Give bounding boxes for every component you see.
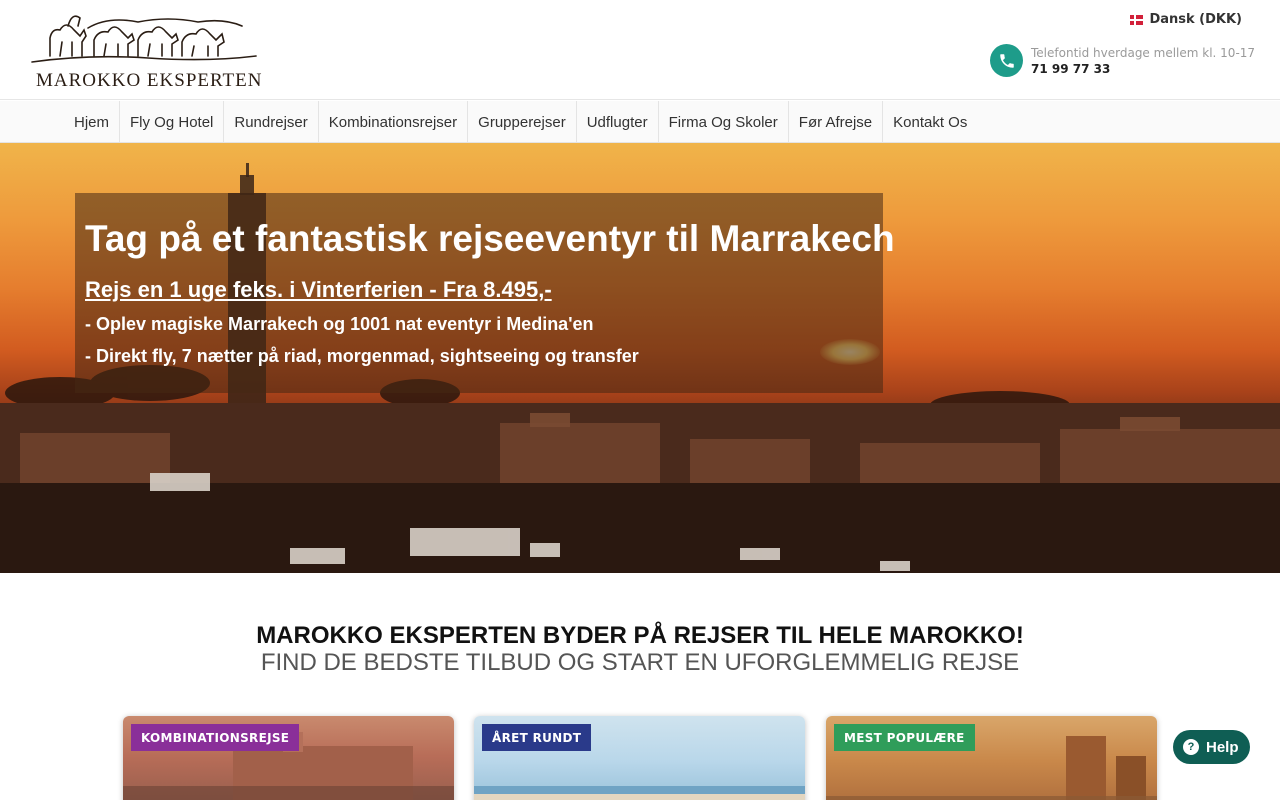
tour-card-mest-populaere[interactable]: MEST POPULÆRE: [826, 716, 1157, 800]
hero-title: Tag på et fantastisk rejseeventyr til Ma…: [85, 218, 895, 259]
section-title: MAROKKO EKSPERTEN BYDER PÅ REJSER TIL HE…: [256, 622, 1024, 649]
hero-text-box: Tag på et fantastisk rejseeventyr til Ma…: [75, 193, 895, 393]
phone-glyph: [999, 53, 1014, 68]
question-circle-icon: ?: [1183, 739, 1199, 755]
card-badge: KOMBINATIONSREJSE: [131, 724, 300, 751]
nav-item-firma-og-skoler[interactable]: Firma Og Skoler: [659, 101, 789, 143]
phone-hours: Telefontid hverdage mellem kl. 10-17: [1031, 45, 1256, 60]
logo-text: MAROKKO EKSPERTEN: [36, 70, 263, 91]
section-subtitle: FIND DE BEDSTE TILBUD OG START EN UFORGL…: [260, 649, 1020, 676]
language-label: Dansk (DKK): [1149, 12, 1242, 27]
hero-bullet-2: - Direkt fly, 7 nætter på riad, morgenma…: [85, 346, 639, 366]
logo[interactable]: MAROKKO EKSPERTEN: [28, 8, 263, 92]
nav-item-kombinationsrejser[interactable]: Kombinationsrejser: [319, 101, 469, 143]
card-badge: ÅRET RUNDT: [482, 724, 592, 751]
phone-contact: Telefontid hverdage mellem kl. 10-17 71 …: [990, 44, 1255, 77]
denmark-flag-icon: [1130, 14, 1144, 25]
camel-caravan-icon: [31, 15, 257, 63]
tour-card-aaret-rundt[interactable]: ÅRET RUNDT: [474, 716, 805, 800]
tour-card-kombinationsrejse[interactable]: KOMBINATIONSREJSE: [123, 716, 454, 800]
card-badge: MEST POPULÆRE: [834, 724, 975, 751]
hero-subtitle-link[interactable]: Rejs en 1 uge feks. i Vinterferien - Fra…: [85, 277, 873, 303]
language-selector[interactable]: Dansk (DKK): [1130, 12, 1242, 27]
nav-item-grupperejser[interactable]: Grupperejser: [468, 101, 577, 143]
nav-item-foer-afrejse[interactable]: Før Afrejse: [789, 101, 884, 143]
phone-icon[interactable]: [990, 44, 1023, 77]
help-button[interactable]: ? Help: [1173, 730, 1250, 764]
help-label: Help: [1206, 738, 1239, 756]
nav-item-hjem[interactable]: Hjem: [64, 101, 121, 143]
main-nav: Hjem Fly Og Hotel Rundrejser Kombination…: [0, 101, 1280, 143]
hero-banner[interactable]: Tag på et fantastisk rejseeventyr til Ma…: [0, 143, 1280, 573]
phone-number[interactable]: 71 99 77 33: [1031, 61, 1255, 77]
nav-item-udflugter[interactable]: Udflugter: [577, 101, 659, 143]
hero-bullet-1: - Oplev magiske Marrakech og 1001 nat ev…: [85, 314, 594, 334]
nav-item-kontakt-os[interactable]: Kontakt Os: [883, 101, 977, 143]
nav-item-fly-og-hotel[interactable]: Fly Og Hotel: [120, 101, 225, 143]
nav-item-rundrejser[interactable]: Rundrejser: [224, 101, 319, 143]
site-header: MAROKKO EKSPERTEN Dansk (DKK) Telefontid…: [0, 0, 1280, 100]
